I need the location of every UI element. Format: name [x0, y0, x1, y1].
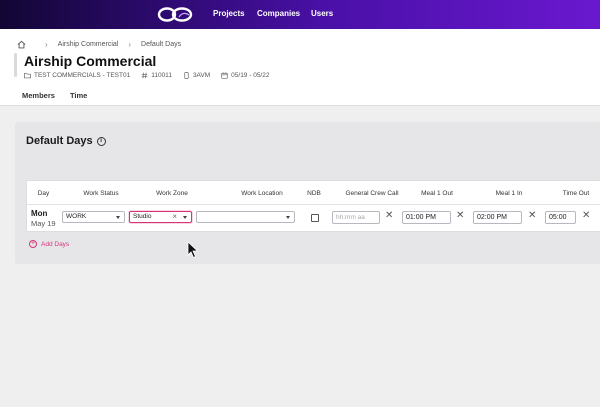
- page-title: Airship Commercial: [24, 53, 157, 69]
- mouse-cursor: [187, 241, 199, 259]
- meal1-out-input[interactable]: 01:00 PM: [402, 211, 451, 224]
- top-nav: Projects Companies Users: [0, 0, 600, 29]
- phone-icon: [184, 72, 189, 79]
- project-header: › Airship Commercial › Default Days Airs…: [0, 29, 600, 106]
- chevron-down-icon: [116, 216, 120, 219]
- row-day: Mon: [31, 209, 48, 218]
- meta-folder: TEST COMMERCIALS - TEST01: [24, 72, 130, 79]
- meta-number: 110011: [141, 72, 172, 79]
- app-logo[interactable]: [157, 5, 195, 24]
- header-time-out: Time Out: [562, 190, 590, 197]
- close-icon[interactable]: ✕: [528, 210, 536, 222]
- project-meta: TEST COMMERCIALS - TEST01 110011 3AVM 05…: [24, 72, 280, 79]
- nav-users[interactable]: Users: [311, 9, 333, 18]
- header-work-location: Work Location: [241, 190, 283, 197]
- meta-number-text: 110011: [151, 72, 172, 79]
- header-day: Day: [37, 190, 50, 197]
- header-work-zone: Work Zone: [156, 190, 188, 197]
- chevron-right-icon: ›: [45, 39, 48, 49]
- breadcrumb: › Airship Commercial › Default Days: [17, 39, 181, 49]
- tab-members[interactable]: Members: [22, 91, 55, 100]
- home-icon[interactable]: [17, 40, 26, 49]
- section-title-text: Default Days: [26, 135, 93, 147]
- nav-companies[interactable]: Companies: [257, 9, 300, 18]
- breadcrumb-current: Default Days: [141, 40, 182, 48]
- meal1-in-input[interactable]: 02:00 PM: [473, 211, 522, 224]
- meta-folder-text: TEST COMMERCIALS - TEST01: [34, 72, 131, 79]
- work-zone-value: Studio: [133, 213, 152, 220]
- add-days-button[interactable]: + Add Days: [29, 240, 69, 248]
- header-meal1-out: Meal 1 Out: [421, 190, 453, 197]
- clear-icon[interactable]: ×: [172, 212, 177, 222]
- meta-dates-text: 05/19 - 05/22: [231, 72, 270, 79]
- tab-time[interactable]: Time: [70, 91, 87, 100]
- project-tabs: Members Time: [22, 91, 102, 100]
- chevron-right-icon: ›: [128, 39, 132, 49]
- info-icon[interactable]: i: [96, 136, 106, 146]
- header-meal1-in: Meal 1 In: [495, 190, 523, 197]
- chevron-down-icon: [286, 216, 290, 219]
- general-crew-call-input[interactable]: hh:mm aa: [332, 211, 380, 224]
- default-days-table: Day Work Status Work Zone Work Location …: [26, 180, 600, 232]
- meta-dates: 05/19 - 05/22: [221, 72, 269, 79]
- folder-icon: [24, 72, 31, 79]
- header-general-crew-call: General Crew Call: [345, 190, 399, 197]
- table-header: Day Work Status Work Zone Work Location …: [27, 181, 600, 205]
- breadcrumb-project[interactable]: Airship Commercial: [58, 41, 119, 48]
- title-accent: [14, 53, 17, 77]
- chevron-down-icon: [183, 216, 187, 219]
- meta-code-text: 3AVM: [192, 72, 211, 79]
- close-icon[interactable]: ✕: [456, 210, 464, 222]
- header-work-status: Work Status: [83, 190, 119, 197]
- nav-projects[interactable]: Projects: [213, 9, 245, 18]
- meta-code: 3AVM: [183, 72, 210, 79]
- time-out-input[interactable]: 05:00: [545, 211, 576, 224]
- header-ndb: NDB: [307, 190, 321, 197]
- hash-icon: [141, 72, 148, 79]
- default-days-card: Default Days i Day Work Status Work Zone…: [15, 122, 600, 264]
- close-icon[interactable]: ✕: [582, 210, 590, 222]
- calendar-icon: [221, 72, 228, 79]
- add-days-label: Add Days: [41, 240, 70, 248]
- work-status-select[interactable]: WORK: [62, 211, 125, 223]
- work-status-value: WORK: [66, 213, 87, 220]
- close-icon[interactable]: ✕: [385, 210, 393, 222]
- row-date: May 19: [31, 219, 56, 228]
- work-location-select[interactable]: [196, 211, 295, 223]
- section-title: Default Days i: [26, 135, 106, 147]
- ndb-checkbox[interactable]: [311, 214, 319, 222]
- plus-circle-icon: +: [29, 240, 37, 248]
- work-zone-select[interactable]: Studio ×: [129, 211, 192, 223]
